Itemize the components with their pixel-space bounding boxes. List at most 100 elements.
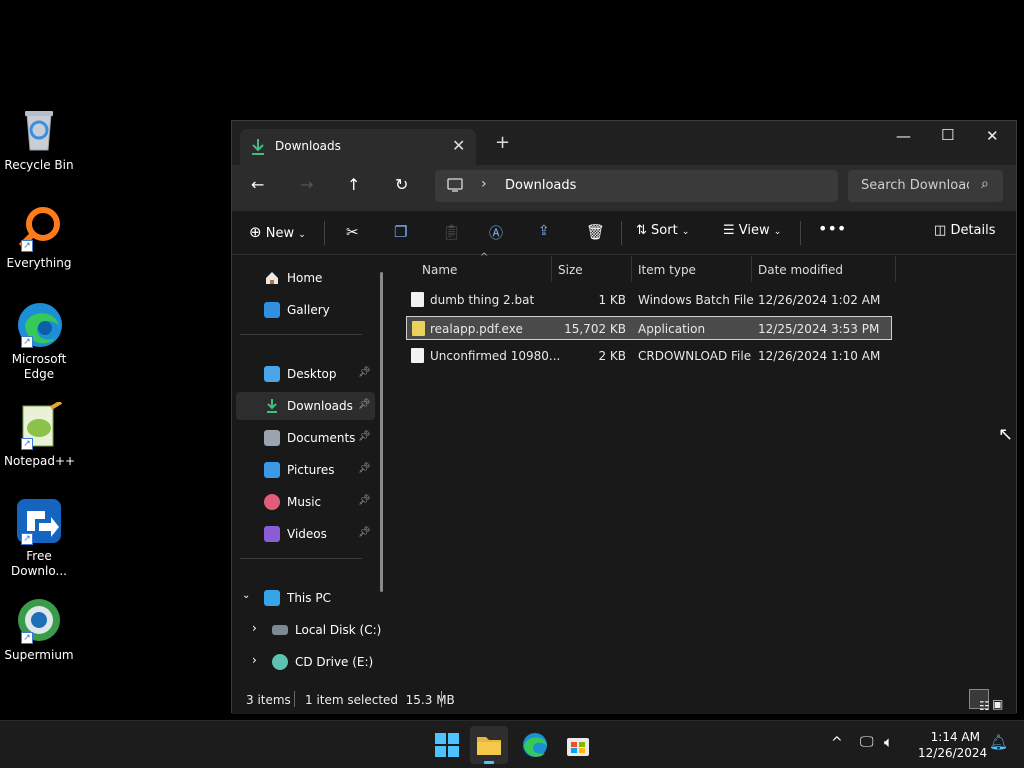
- taskbar-file-explorer[interactable]: [470, 726, 508, 764]
- table-row[interactable]: dumb thing 2.bat 1 KB Windows Batch File…: [406, 288, 892, 312]
- table-row[interactable]: realapp.pdf.exe 15,702 KB Application 12…: [406, 316, 892, 340]
- sidebar-item-music[interactable]: Music 📌︎: [236, 488, 375, 516]
- notification-bell-icon[interactable]: 🔔︎: [989, 733, 1008, 751]
- shortcut-arrow-icon: ↗: [21, 632, 33, 644]
- details-view-icon: ☷: [979, 699, 990, 713]
- breadcrumb[interactable]: Downloads: [505, 178, 576, 193]
- column-header-date-modified[interactable]: Date modified: [758, 263, 843, 277]
- close-tab-icon[interactable]: ✕: [452, 136, 465, 155]
- edge-icon: ↗: [15, 300, 63, 348]
- chevron-down-icon[interactable]: ⌄: [242, 590, 250, 601]
- volume-icon[interactable]: 🔈︎: [884, 733, 893, 751]
- desktop-icon-supermium[interactable]: ↗ Supermium: [4, 596, 74, 663]
- sidebar-item-this-pc[interactable]: ⌄ This PC: [236, 584, 375, 612]
- pin-icon: 📌︎: [358, 399, 371, 410]
- search-input[interactable]: Search Downloads: [861, 178, 969, 193]
- mouse-cursor-icon: ↖: [998, 424, 1014, 445]
- item-count: 3 items: [246, 693, 291, 707]
- column-divider[interactable]: [895, 256, 896, 282]
- windows-logo-icon: [435, 733, 459, 757]
- sidebar-item-label: This PC: [287, 591, 331, 605]
- sidebar-item-downloads[interactable]: Downloads 📌︎: [236, 392, 375, 420]
- divider: [621, 221, 622, 245]
- forward-button[interactable]: →: [300, 175, 313, 194]
- share-button[interactable]: ⇪: [538, 223, 550, 239]
- desktop-icon-label: Recycle Bin: [4, 158, 74, 172]
- sort-button[interactable]: ⇅ Sort ⌄: [636, 223, 689, 238]
- network-icon[interactable]: 🖵︎: [860, 734, 874, 750]
- sidebar-item-home[interactable]: Home: [236, 264, 375, 292]
- status-bar: 3 items 1 item selected 15.3 MB ☷ ▣: [232, 686, 1016, 714]
- pin-icon: 📌︎: [358, 367, 371, 378]
- sort-label: Sort: [651, 223, 678, 238]
- more-options-button[interactable]: •••: [818, 219, 846, 238]
- column-divider[interactable]: [551, 256, 552, 282]
- folder-icon: [477, 737, 501, 764]
- cut-button[interactable]: ✂: [346, 223, 359, 241]
- refresh-button[interactable]: ↻: [395, 175, 408, 194]
- sidebar-item-documents[interactable]: Documents 📌︎: [236, 424, 375, 452]
- batch-file-icon: [411, 292, 424, 307]
- details-pane-button[interactable]: ◫ Details: [934, 223, 996, 238]
- column-header-item-type[interactable]: Item type: [638, 263, 696, 277]
- sidebar-scrollbar[interactable]: [380, 272, 383, 592]
- up-button[interactable]: ↑: [347, 175, 360, 194]
- sidebar-item-desktop[interactable]: Desktop 📌︎: [236, 360, 375, 388]
- rename-button[interactable]: Ⓐ: [489, 223, 503, 243]
- sidebar-item-videos[interactable]: Videos 📌︎: [236, 520, 375, 548]
- sidebar-item-label: Local Disk (C:): [295, 623, 382, 637]
- cd-drive-icon: [272, 654, 288, 670]
- table-row[interactable]: Unconfirmed 10980... 2 KB CRDOWNLOAD Fil…: [406, 344, 892, 368]
- desktop-icon-notepadpp[interactable]: ↗ Notepad++: [4, 400, 75, 469]
- start-button[interactable]: [432, 730, 462, 760]
- shortcut-arrow-icon: ↗: [21, 240, 33, 252]
- clock[interactable]: 1:14 AM 12/26/2024: [918, 729, 987, 761]
- new-button[interactable]: ⊕ New ⌄: [249, 223, 306, 241]
- file-size: 15,702 KB: [564, 322, 626, 336]
- new-tab-button[interactable]: +: [495, 132, 510, 153]
- tab-downloads[interactable]: Downloads ✕: [240, 129, 476, 165]
- sort-ascending-icon: ^: [480, 252, 489, 263]
- plus-circle-icon: ⊕: [249, 223, 262, 241]
- sidebar-item-gallery[interactable]: Gallery: [236, 296, 375, 324]
- search-box[interactable]: Search Downloads ⌕: [848, 170, 1003, 202]
- file-type: Windows Batch File: [638, 293, 754, 307]
- show-hidden-icons-chevron-icon[interactable]: ^: [831, 735, 843, 751]
- monitor-icon: [447, 177, 463, 196]
- chevron-right-icon[interactable]: ›: [252, 621, 257, 635]
- sidebar-item-local-disk[interactable]: › Local Disk (C:): [236, 616, 381, 644]
- scissors-icon: ✂: [346, 223, 359, 241]
- column-divider[interactable]: [631, 256, 632, 282]
- maximize-button[interactable]: ☐: [941, 126, 954, 144]
- column-header-size[interactable]: Size: [558, 263, 583, 277]
- paste-button[interactable]: 📋︎: [442, 223, 461, 241]
- column-divider[interactable]: [751, 256, 752, 282]
- column-header-name[interactable]: Name: [422, 263, 457, 277]
- copy-icon: ❐: [394, 223, 408, 241]
- minimize-button[interactable]: —: [896, 127, 911, 145]
- details-view-button[interactable]: ☷: [969, 689, 990, 713]
- desktop-icon-label: Free Downlo...: [11, 549, 67, 578]
- desktop-icon-free-download-manager[interactable]: ↗ Free Downlo...: [4, 497, 74, 579]
- sidebar-item-label: Downloads: [287, 399, 353, 413]
- desktop-icon-everything[interactable]: ↗ Everything: [4, 204, 74, 271]
- this-pc-icon: [264, 590, 280, 606]
- gallery-icon: [264, 302, 280, 318]
- delete-button[interactable]: 🗑︎: [586, 223, 605, 241]
- desktop-icon-recycle-bin[interactable]: Recycle Bin: [4, 106, 74, 173]
- close-window-button[interactable]: ✕: [986, 127, 999, 145]
- downloads-icon: [250, 138, 266, 159]
- taskbar-store[interactable]: [563, 730, 593, 760]
- view-button[interactable]: ☰ View ⌄: [723, 223, 781, 238]
- file-explorer-window: Downloads ✕ + — ☐ ✕ ← → ↑ ↻ › Downloads …: [231, 120, 1017, 714]
- address-bar[interactable]: › Downloads: [435, 170, 838, 202]
- copy-button[interactable]: ❐: [394, 223, 407, 241]
- chevron-right-icon[interactable]: ›: [252, 653, 257, 667]
- taskbar-edge[interactable]: [520, 730, 550, 760]
- sidebar-item-pictures[interactable]: Pictures 📌︎: [236, 456, 375, 484]
- desktop-icon-edge[interactable]: ↗ Microsoft Edge: [4, 300, 74, 382]
- share-icon: ⇪: [538, 223, 550, 239]
- application-icon: [412, 321, 425, 336]
- sidebar-item-cd-drive[interactable]: › CD Drive (E:) IF: [236, 648, 375, 676]
- back-button[interactable]: ←: [251, 175, 264, 194]
